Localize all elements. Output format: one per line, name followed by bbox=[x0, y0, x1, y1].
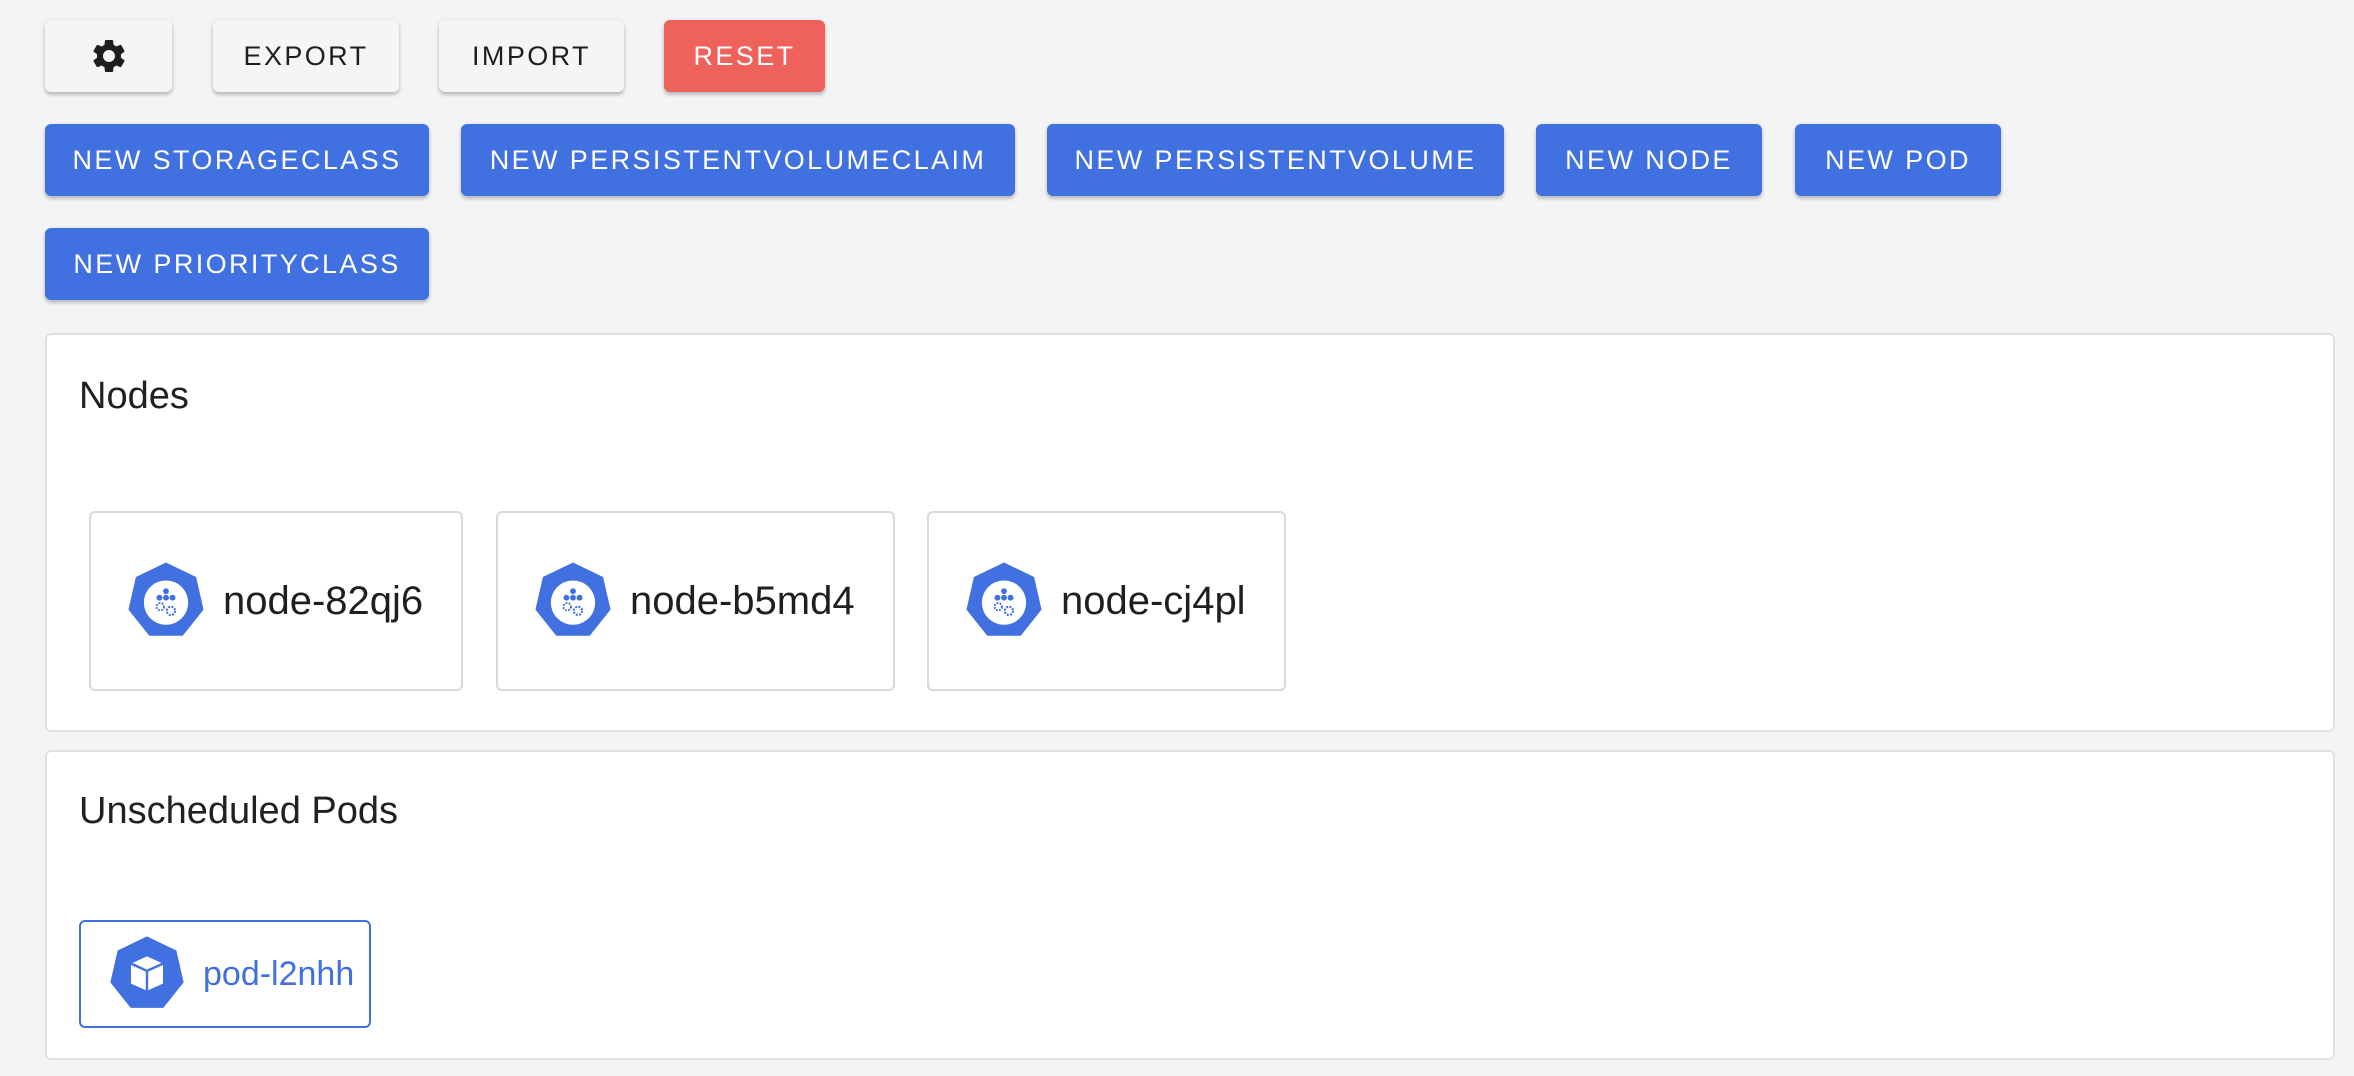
new-storageclass-button[interactable]: NEW STORAGECLASS bbox=[45, 124, 429, 196]
node-card[interactable]: node-cj4pl bbox=[927, 511, 1286, 691]
gear-icon bbox=[92, 39, 125, 72]
new-persistentvolume-button[interactable]: NEW PERSISTENTVOLUME bbox=[1047, 124, 1504, 196]
node-card[interactable]: node-b5md4 bbox=[496, 511, 895, 691]
kubernetes-pod-icon bbox=[110, 936, 184, 1008]
nodes-title: Nodes bbox=[79, 375, 189, 417]
new-persistentvolumeclaim-button[interactable]: NEW PERSISTENTVOLUMECLAIM bbox=[461, 124, 1015, 196]
page: EXPORT IMPORT RESET NEW STORAGECLASS NEW… bbox=[0, 0, 2354, 1076]
new-priorityclass-button[interactable]: NEW PRIORITYCLASS bbox=[45, 228, 429, 300]
node-name: node-cj4pl bbox=[1061, 578, 1246, 623]
node-card[interactable]: node-82qj6 bbox=[89, 511, 463, 691]
pod-name: pod-l2nhh bbox=[203, 954, 355, 993]
kubernetes-node-icon bbox=[966, 562, 1042, 636]
settings-button[interactable] bbox=[45, 20, 172, 92]
nodes-panel: Nodes node-82qj6 node-b5md4 node-cj4pl bbox=[45, 333, 2335, 732]
unscheduled-pods-panel: Unscheduled Pods pod-l2nhh bbox=[45, 750, 2335, 1060]
export-button[interactable]: EXPORT bbox=[213, 20, 399, 92]
kubernetes-node-icon bbox=[128, 562, 204, 636]
kubernetes-node-icon bbox=[535, 562, 611, 636]
reset-button[interactable]: RESET bbox=[664, 20, 825, 92]
import-button[interactable]: IMPORT bbox=[439, 20, 624, 92]
node-name: node-82qj6 bbox=[223, 578, 424, 623]
new-pod-button[interactable]: NEW POD bbox=[1795, 124, 2001, 196]
node-name: node-b5md4 bbox=[630, 578, 855, 623]
pod-card[interactable]: pod-l2nhh bbox=[79, 920, 371, 1028]
new-node-button[interactable]: NEW NODE bbox=[1536, 124, 1762, 196]
unscheduled-pods-title: Unscheduled Pods bbox=[79, 790, 398, 832]
